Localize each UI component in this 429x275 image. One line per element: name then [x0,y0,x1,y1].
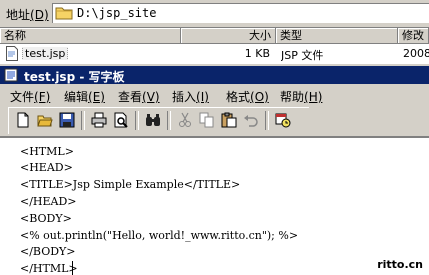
address-input[interactable]: D:\jsp_site [52,3,429,23]
menu-view-label: 查看 [118,90,143,104]
folder-icon [55,7,73,20]
column-header-size[interactable]: 大小 [181,28,276,44]
menu-edit[interactable]: 编辑(E) [64,88,105,105]
insert-datetime-button[interactable] [273,110,293,130]
insert-datetime-icon [275,113,291,128]
address-value: D:\jsp_site [77,6,157,20]
print-preview-button[interactable] [111,110,131,130]
address-bar: 地址(D) D:\jsp_site [0,0,429,28]
jsp-file-icon [6,46,18,61]
file-row[interactable]: test.jsp 1 KB JSP 文件 2008- [0,45,429,63]
menu-help-label: 帮助 [280,90,305,104]
menu-format-accel: (O) [250,90,269,104]
copy-icon [199,112,214,128]
print-icon [91,112,107,128]
toolbar-separator [265,111,269,130]
menu-view-accel: (V) [142,90,160,104]
menu-file-label: 文件 [10,90,35,104]
menu-help-accel: (H) [304,90,323,104]
copy-button[interactable] [197,110,217,130]
document-line: <% out.println("Hello, world!_www.ritto.… [20,229,299,242]
document-line: <HTML> [20,145,74,158]
file-modified: 2008- [403,47,429,60]
print-button[interactable] [89,110,109,130]
menu-file[interactable]: 文件(F) [10,88,50,105]
window-title: test.jsp - 写字板 [24,70,125,84]
address-label-accel: (D) [30,8,49,22]
column-header-name[interactable]: 名称 [0,28,181,44]
document-editor[interactable]: <HTML> <HEAD> <TITLE>Jsp Simple Example<… [0,136,429,275]
file-name: test.jsp [22,47,69,60]
toolbar [8,107,309,134]
column-header-modified[interactable]: 修改 [398,28,429,44]
menu-format-label: 格式 [226,90,251,104]
column-header-type[interactable]: 类型 [276,28,398,44]
address-label: 地址(D) [6,6,49,23]
screen: 地址(D) D:\jsp_site 名称 大小 类型 修改 test.jsp 1… [0,0,429,275]
file-name-text: test.jsp [22,47,69,60]
toolbar-separator [81,111,85,130]
undo-icon [244,115,258,127]
document-line: <HEAD> [20,161,73,174]
new-icon [17,112,29,128]
menu-bar: 文件(F) 编辑(E) 查看(V) 插入(I) 格式(O) 帮助(H) [0,85,429,105]
document-line: </BODY> [20,245,76,258]
wordpad-app-icon [4,68,18,82]
document-line: </HTML> [20,262,78,275]
menu-format[interactable]: 格式(O) [226,88,269,105]
find-button[interactable] [143,110,163,130]
find-icon [146,114,160,126]
menu-insert[interactable]: 插入(I) [172,88,209,105]
menu-file-accel: (F) [34,90,51,104]
paste-button[interactable] [219,110,239,130]
watermark: ritto.cn [377,258,423,271]
save-icon [59,112,75,128]
file-list: 名称 大小 类型 修改 test.jsp 1 KB JSP 文件 2008- [0,28,429,64]
undo-button[interactable] [241,110,261,130]
paste-icon [221,112,237,128]
wordpad-titlebar[interactable]: test.jsp - 写字板 [0,66,429,84]
toolbar-separator [135,111,139,130]
open-button[interactable] [35,110,55,130]
file-type: JSP 文件 [281,49,324,62]
text-caret [72,261,73,275]
document-line: <TITLE>Jsp Simple Example</TITLE> [20,178,241,191]
document-line: </HEAD> [20,195,77,208]
toolbar-separator [167,111,171,130]
cut-button[interactable] [175,110,195,130]
menu-edit-accel: (E) [88,90,105,104]
document-line: <BODY> [20,212,72,225]
menu-view[interactable]: 查看(V) [118,88,160,105]
menu-edit-label: 编辑 [64,90,89,104]
file-size: 1 KB [244,47,270,60]
save-button[interactable] [57,110,77,130]
cut-icon [179,112,191,127]
menu-help[interactable]: 帮助(H) [280,88,322,105]
address-label-text: 地址 [6,8,31,22]
print-preview-icon [114,112,128,128]
new-button[interactable] [13,110,33,130]
menu-insert-accel: (I) [196,90,209,104]
menu-insert-label: 插入 [172,90,197,104]
open-icon [37,115,53,127]
